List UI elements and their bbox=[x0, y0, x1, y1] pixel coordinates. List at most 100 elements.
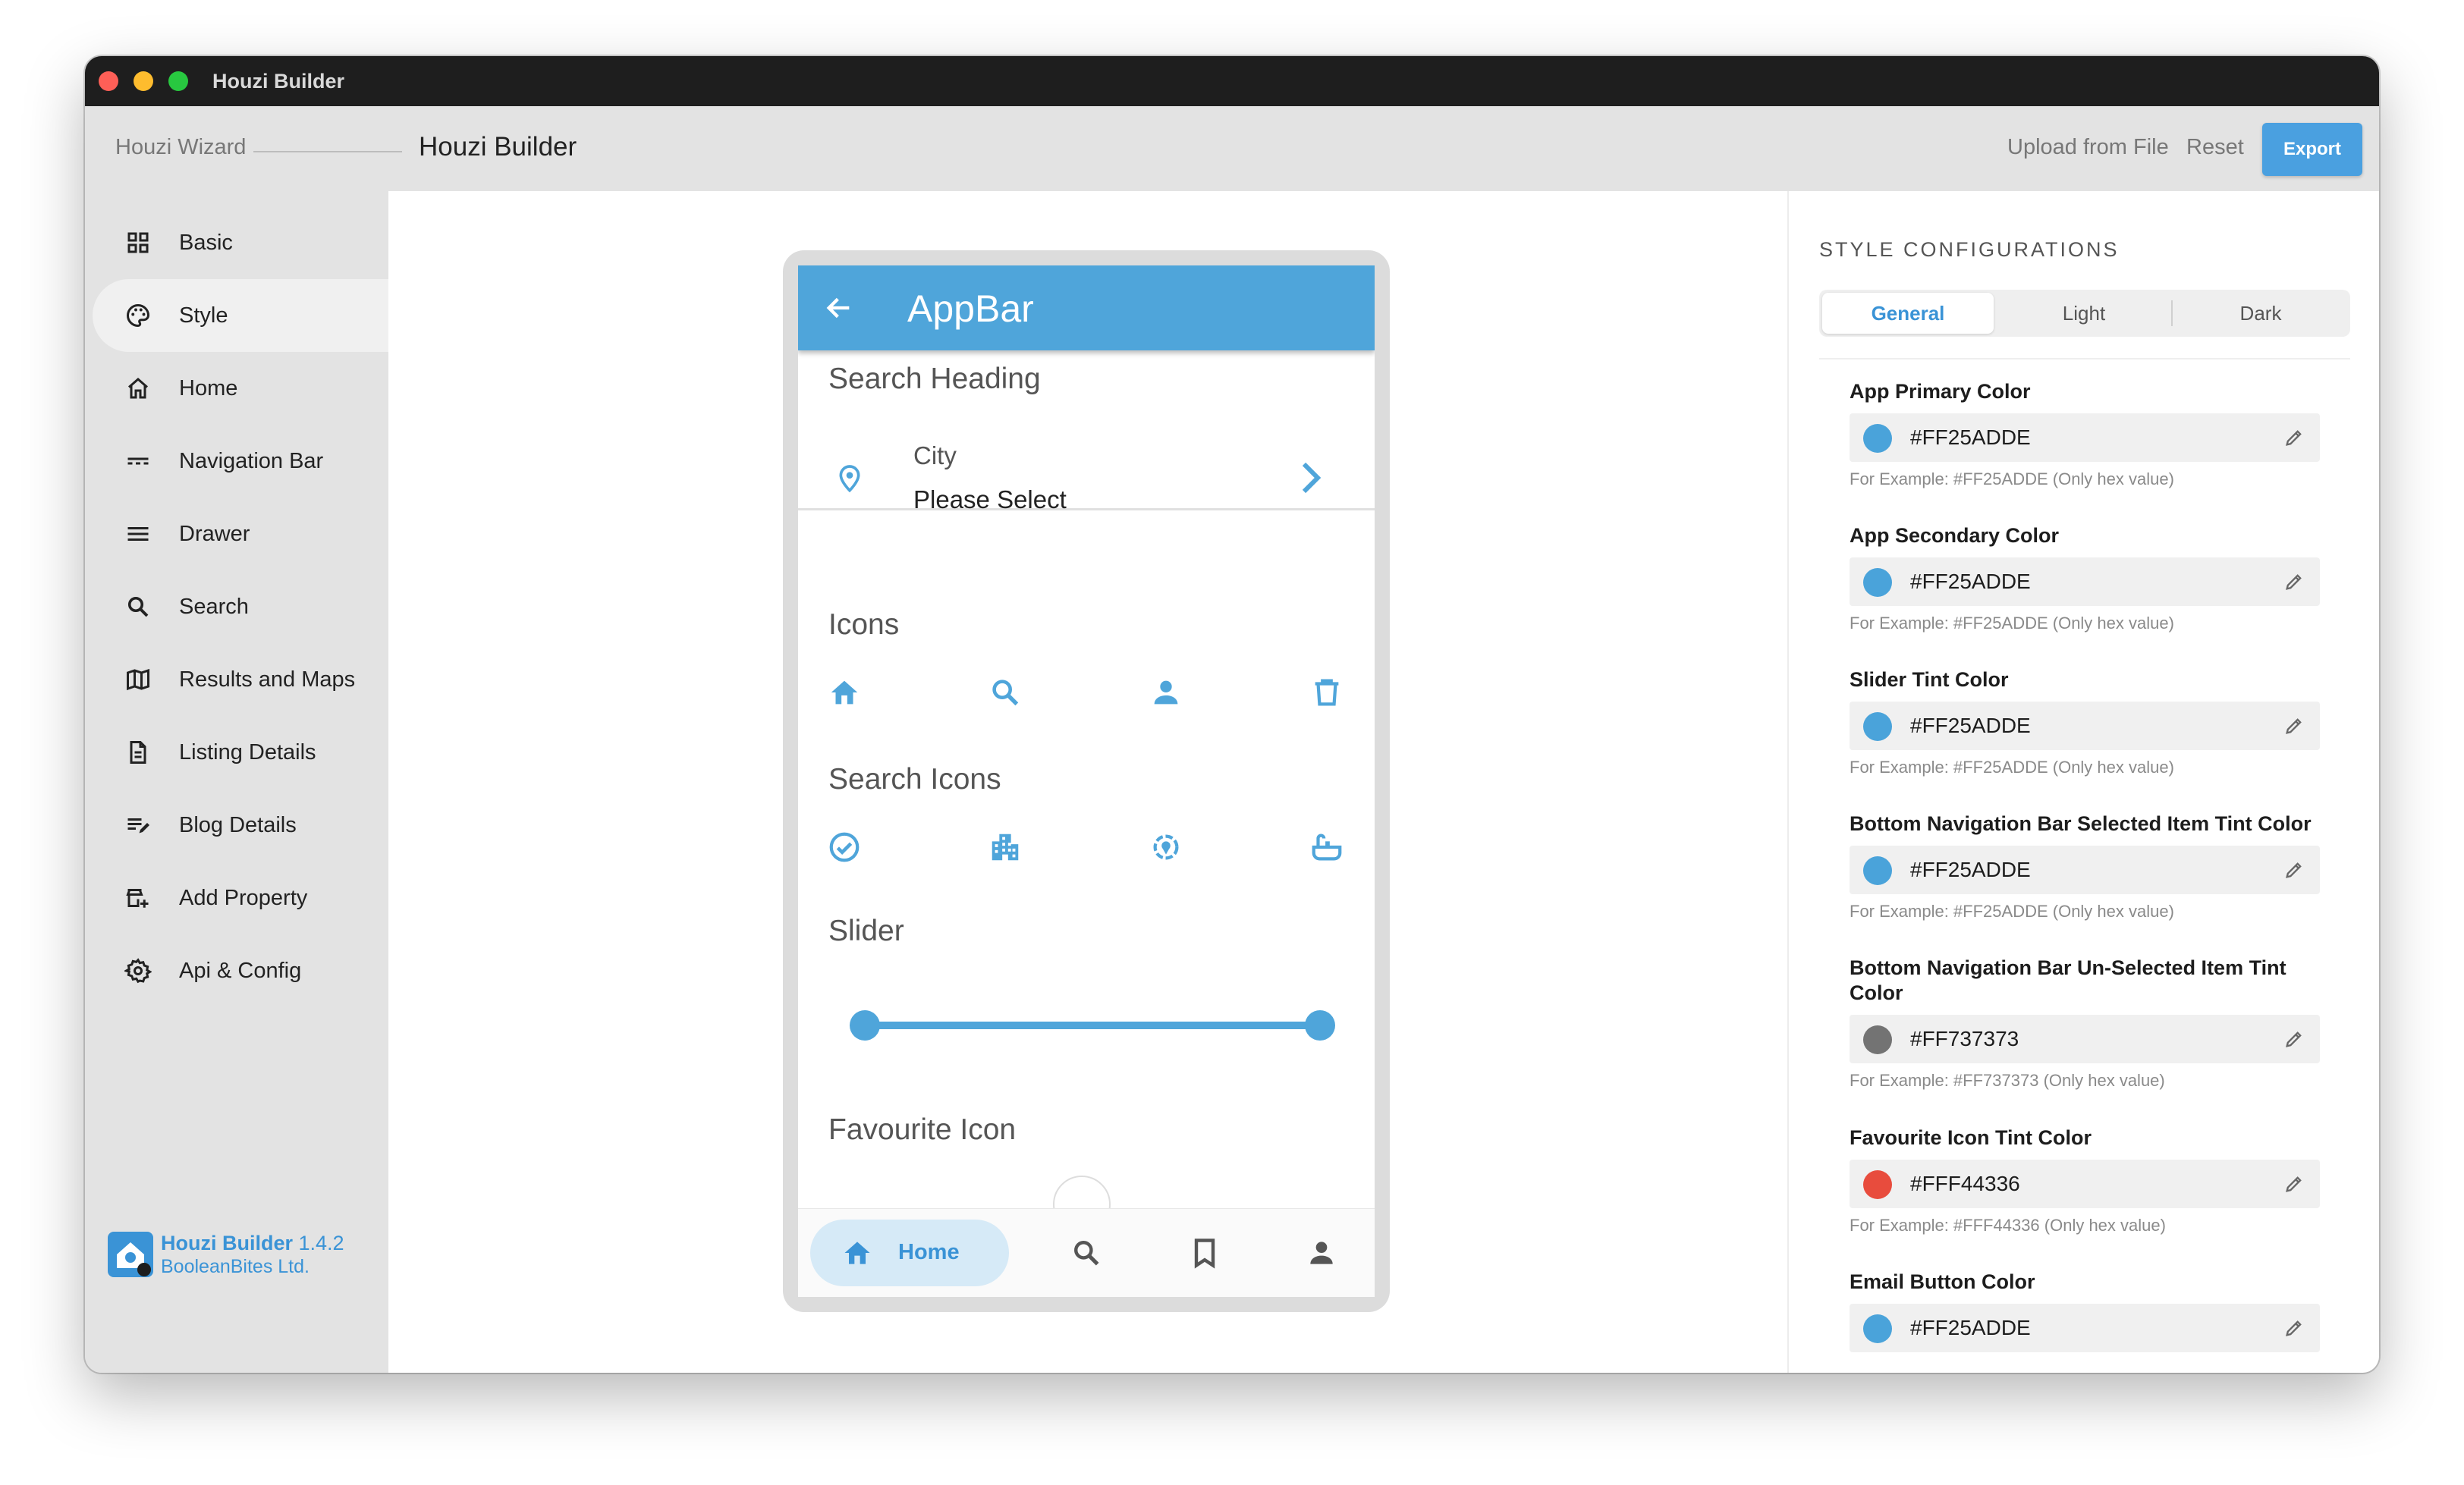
tab-general[interactable]: General bbox=[1822, 293, 1994, 334]
export-button[interactable]: Export bbox=[2262, 123, 2362, 176]
sidebar-item-label: Style bbox=[179, 303, 228, 328]
color-swatch[interactable] bbox=[1863, 856, 1892, 885]
chevron-right-icon[interactable] bbox=[1296, 460, 1325, 496]
grid-icon bbox=[127, 232, 149, 253]
color-input[interactable]: #FFF44336 bbox=[1850, 1160, 2320, 1208]
pencil-icon[interactable] bbox=[2283, 859, 2305, 881]
sidebar-item-add-property[interactable]: Add Property bbox=[93, 862, 388, 934]
color-swatch[interactable] bbox=[1863, 1025, 1892, 1054]
config-title: STYLE CONFIGURATIONS bbox=[1819, 238, 2120, 261]
field-bottom-nav-selected-tint: Bottom Navigation Bar Selected Item Tint… bbox=[1850, 812, 2320, 921]
tab-light[interactable]: Light bbox=[1998, 293, 2170, 334]
sidebar-item-results-and-maps[interactable]: Results and Maps bbox=[93, 643, 388, 716]
person-icon[interactable] bbox=[1305, 1236, 1338, 1270]
pencil-icon[interactable] bbox=[2283, 715, 2305, 736]
color-swatch[interactable] bbox=[1863, 1314, 1892, 1343]
brand-footer: Houzi Builder 1.4.2 BooleanBites Ltd. bbox=[108, 1232, 381, 1280]
pencil-icon[interactable] bbox=[2283, 1317, 2305, 1339]
color-input[interactable]: #FF25ADDE bbox=[1850, 702, 2320, 750]
sidebar-item-listing-details[interactable]: Listing Details bbox=[93, 716, 388, 789]
delete-icon bbox=[1315, 679, 1339, 706]
color-input[interactable]: #FF25ADDE bbox=[1850, 557, 2320, 606]
sidebar-item-style[interactable]: Style bbox=[93, 279, 388, 352]
field-label: Email Button Color bbox=[1850, 1270, 2035, 1293]
home-icon bbox=[844, 1242, 870, 1264]
field-label: Bottom Navigation Bar Un-Selected Item T… bbox=[1850, 956, 2286, 1004]
color-input[interactable]: #FF25ADDE bbox=[1850, 846, 2320, 894]
sidebar-item-label: Results and Maps bbox=[179, 667, 356, 692]
arrow-back-icon[interactable] bbox=[824, 293, 854, 323]
close-window-button[interactable] bbox=[99, 71, 118, 91]
search-icon[interactable] bbox=[1070, 1236, 1103, 1270]
search-icons-row bbox=[827, 830, 1346, 866]
breadcrumb-divider bbox=[253, 151, 402, 152]
city-label: City bbox=[913, 441, 957, 469]
field-slider-tint-color: Slider Tint Color #FF25ADDE For Example:… bbox=[1850, 667, 2320, 777]
sidebar-item-label: Api & Config bbox=[179, 958, 302, 983]
sidebar-item-home[interactable]: Home bbox=[93, 352, 388, 425]
color-input[interactable]: #FF25ADDE bbox=[1850, 413, 2320, 462]
bookmark-icon[interactable] bbox=[1188, 1236, 1221, 1270]
reset-button[interactable]: Reset bbox=[2186, 135, 2244, 160]
color-swatch[interactable] bbox=[1863, 424, 1892, 453]
sidebar-item-label: Navigation Bar bbox=[179, 448, 324, 473]
minimize-window-button[interactable] bbox=[134, 71, 153, 91]
sidebar-item-label: Blog Details bbox=[179, 812, 297, 837]
sidebar-item-blog-details[interactable]: Blog Details bbox=[93, 789, 388, 862]
sidebar-item-label: Drawer bbox=[179, 521, 250, 546]
home-icon bbox=[128, 378, 148, 399]
field-label: App Primary Color bbox=[1850, 380, 2031, 403]
slider-high-handle[interactable] bbox=[1305, 1010, 1335, 1041]
sidebar-item-api-config[interactable]: Api & Config bbox=[93, 934, 388, 1007]
bottom-nav-home[interactable]: Home bbox=[810, 1220, 1009, 1286]
sidebar-item-drawer[interactable]: Drawer bbox=[93, 498, 388, 570]
hex-value[interactable]: #FF25ADDE bbox=[1910, 1316, 2031, 1340]
wizard-breadcrumb[interactable]: Houzi Wizard bbox=[115, 135, 246, 160]
range-slider[interactable] bbox=[842, 1003, 1343, 1048]
sidebar-item-label: Search bbox=[179, 594, 249, 619]
sidebar-item-basic[interactable]: Basic bbox=[93, 206, 388, 279]
pencil-icon[interactable] bbox=[2283, 571, 2305, 592]
check-circle-icon bbox=[829, 832, 860, 862]
page-title: Houzi Builder bbox=[419, 132, 577, 162]
field-hint: For Example: #FF25ADDE (Only hex value) bbox=[1850, 758, 2174, 777]
navigation-bar-icon bbox=[127, 457, 149, 465]
hex-value[interactable]: #FF25ADDE bbox=[1910, 858, 2031, 882]
maximize-window-button[interactable] bbox=[168, 71, 188, 91]
pencil-icon[interactable] bbox=[2283, 1028, 2305, 1050]
person-icon bbox=[1154, 680, 1178, 705]
color-swatch[interactable] bbox=[1863, 712, 1892, 741]
sidebar-item-navigation-bar[interactable]: Navigation Bar bbox=[93, 425, 388, 498]
city-select[interactable]: Please Select bbox=[913, 485, 1067, 514]
favourite-title: Favourite Icon bbox=[828, 1113, 1017, 1146]
app-header: Houzi Wizard Houzi Builder Upload from F… bbox=[85, 106, 2379, 191]
location-searching-icon bbox=[1153, 834, 1179, 860]
document-icon bbox=[130, 741, 146, 764]
pencil-icon[interactable] bbox=[2283, 427, 2305, 448]
pencil-icon[interactable] bbox=[2283, 1173, 2305, 1195]
palette-icon bbox=[127, 303, 150, 328]
hex-value[interactable]: #FF737373 bbox=[1910, 1027, 2019, 1051]
sidebar-item-label: Basic bbox=[179, 230, 233, 255]
field-hint: For Example: #FFF44336 (Only hex value) bbox=[1850, 1216, 2166, 1235]
search-icons-title: Search Icons bbox=[828, 763, 1001, 796]
slider-low-handle[interactable] bbox=[850, 1010, 880, 1041]
hex-value[interactable]: #FFF44336 bbox=[1910, 1172, 2020, 1196]
brand-name-text: Houzi Builder bbox=[161, 1232, 293, 1254]
sidebar-item-label: Add Property bbox=[179, 885, 308, 910]
hex-value[interactable]: #FF25ADDE bbox=[1910, 425, 2031, 450]
color-input[interactable]: #FF737373 bbox=[1850, 1015, 2320, 1063]
slider-title: Slider bbox=[828, 915, 904, 947]
hex-value[interactable]: #FF25ADDE bbox=[1910, 714, 2031, 738]
color-input[interactable]: #FF25ADDE bbox=[1850, 1304, 2320, 1352]
location-pin-icon bbox=[839, 465, 860, 493]
tab-dark[interactable]: Dark bbox=[2174, 293, 2347, 334]
hex-value[interactable]: #FF25ADDE bbox=[1910, 570, 2031, 594]
sidebar-item-search[interactable]: Search bbox=[93, 570, 388, 643]
color-swatch[interactable] bbox=[1863, 1170, 1892, 1199]
app-window: Houzi Builder Houzi Wizard Houzi Builder… bbox=[85, 56, 2379, 1373]
upload-from-file-button[interactable]: Upload from File bbox=[2007, 135, 2169, 160]
tab-divider bbox=[2171, 300, 2173, 326]
brand-company: BooleanBites Ltd. bbox=[161, 1256, 310, 1277]
color-swatch[interactable] bbox=[1863, 568, 1892, 597]
